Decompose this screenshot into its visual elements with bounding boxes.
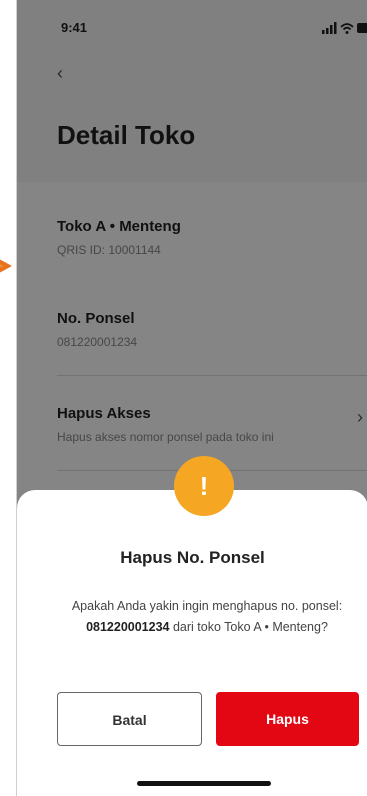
dialog-message-prefix: Apakah Anda yakin ingin menghapus no. po…	[71, 599, 343, 613]
warning-icon: !	[174, 456, 234, 516]
confirm-bottom-sheet	[17, 490, 367, 796]
dialog-title: Hapus No. Ponsel	[120, 548, 265, 567]
cancel-button[interactable]: Batal	[57, 692, 202, 746]
home-indicator	[137, 781, 271, 786]
delete-button[interactable]: Hapus	[216, 692, 359, 746]
dialog-message: Apakah Anda yakin ingin menghapus no. po…	[57, 596, 357, 638]
pointer-arrow-inner	[0, 258, 4, 274]
dialog-message-suffix: dari toko Toko A • Menteng?	[169, 620, 328, 634]
phone-frame: 9:41 ‹ Detail Toko Toko A • Menteng QRIS…	[16, 0, 367, 796]
dialog-message-number: 081220001234	[86, 620, 170, 634]
